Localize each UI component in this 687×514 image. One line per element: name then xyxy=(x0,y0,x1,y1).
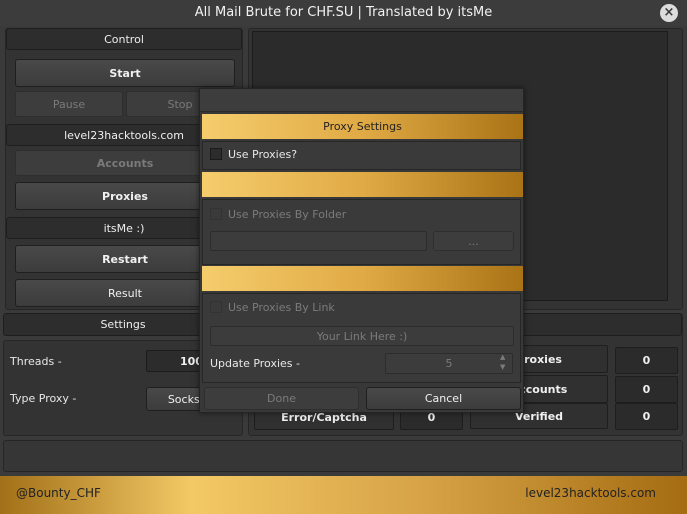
use-by-folder-label: Use Proxies By Folder xyxy=(228,208,347,221)
footer-banner: @Bounty_CHF level23hacktools.com xyxy=(0,476,687,514)
proxy-settings-dialog: Proxy Settings Use Proxies? Use Proxies … xyxy=(199,88,524,413)
update-proxies-label: Update Proxies - xyxy=(210,357,300,370)
stepper-up-icon[interactable]: ▲ xyxy=(500,353,505,362)
pause-button[interactable]: Pause xyxy=(15,91,123,117)
stepper-down-icon[interactable]: ▼ xyxy=(500,363,505,372)
window-title: All Mail Brute for CHF.SU | Translated b… xyxy=(194,5,493,20)
type-proxy-label: Type Proxy - xyxy=(10,392,77,405)
browse-button[interactable]: ... xyxy=(433,231,514,251)
footer-right-text: level23hacktools.com xyxy=(525,486,656,500)
status-strip xyxy=(3,440,683,472)
link-input[interactable]: Your Link Here :) xyxy=(210,326,514,346)
done-button[interactable]: Done xyxy=(204,387,359,410)
dialog-titlebar xyxy=(200,89,523,112)
threads-label: Threads - xyxy=(10,355,62,368)
use-proxies-checkbox[interactable] xyxy=(210,148,222,160)
use-by-folder-checkbox[interactable] xyxy=(210,208,222,220)
cancel-button[interactable]: Cancel xyxy=(366,387,521,410)
start-button[interactable]: Start xyxy=(15,59,235,87)
close-icon[interactable]: × xyxy=(660,4,678,22)
footer-left-text: @Bounty_CHF xyxy=(16,486,101,500)
use-by-link-label: Use Proxies By Link xyxy=(228,301,335,314)
dialog-header-label: Proxy Settings xyxy=(323,120,402,133)
use-proxies-label: Use Proxies? xyxy=(228,148,298,161)
control-header: Control xyxy=(6,28,242,50)
folder-section-bar xyxy=(202,172,523,197)
link-section-bar xyxy=(202,266,523,291)
folder-path-input[interactable] xyxy=(210,231,427,251)
verified-stat-value: 0 xyxy=(615,403,678,430)
use-by-link-checkbox[interactable] xyxy=(210,301,222,313)
accounts-stat-value: 0 xyxy=(615,376,678,403)
update-proxies-stepper[interactable]: 5 xyxy=(385,353,513,374)
proxies-stat-value: 0 xyxy=(615,347,678,374)
